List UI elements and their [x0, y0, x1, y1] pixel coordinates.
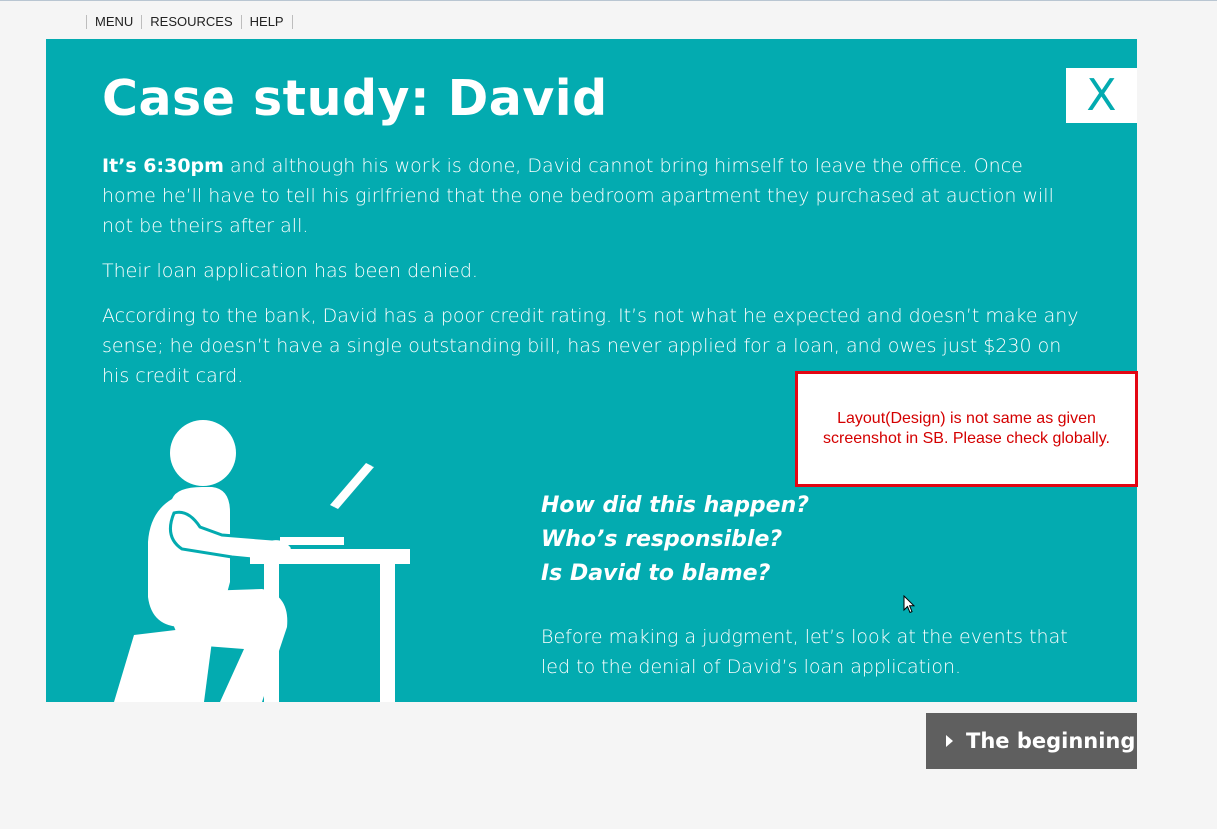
- nav-menu-link[interactable]: MENU: [87, 13, 141, 31]
- the-beginning-label: The beginning: [966, 729, 1136, 753]
- question-item: Who’s responsible?: [541, 527, 783, 552]
- person-at-laptop-icon: [114, 420, 410, 702]
- top-navigation: MENU RESOURCES HELP: [86, 13, 293, 31]
- window-top-border: [0, 0, 1217, 1]
- page-title: Case study: David: [102, 70, 608, 127]
- reflection-questions: How did this happen? Who’s responsible? …: [541, 489, 809, 591]
- mouse-cursor-icon: [903, 595, 915, 614]
- denial-paragraph: Their loan application has been denied.: [102, 260, 478, 282]
- intro-paragraph: It’s 6:30pm and although his work is don…: [102, 151, 1082, 241]
- nav-divider: [291, 15, 293, 29]
- intro-text: and although his work is done, David can…: [102, 155, 1054, 237]
- review-comment-box: Layout(Design) is not same as given scre…: [795, 371, 1138, 487]
- close-label: X: [1086, 69, 1117, 121]
- question-item: Is David to blame?: [541, 561, 771, 586]
- question-item: How did this happen?: [541, 493, 810, 518]
- intro-time-highlight: It’s 6:30pm: [102, 155, 224, 177]
- close-button[interactable]: X: [1066, 68, 1137, 123]
- nav-help-link[interactable]: HELP: [242, 13, 292, 31]
- nav-resources-link[interactable]: RESOURCES: [142, 13, 240, 31]
- play-arrow-icon: [946, 735, 953, 747]
- review-comment-text: Layout(Design) is not same as given scre…: [823, 410, 1110, 447]
- judgment-paragraph: Before making a judgment, let’s look at …: [541, 626, 1068, 678]
- the-beginning-button[interactable]: The beginning: [926, 713, 1137, 769]
